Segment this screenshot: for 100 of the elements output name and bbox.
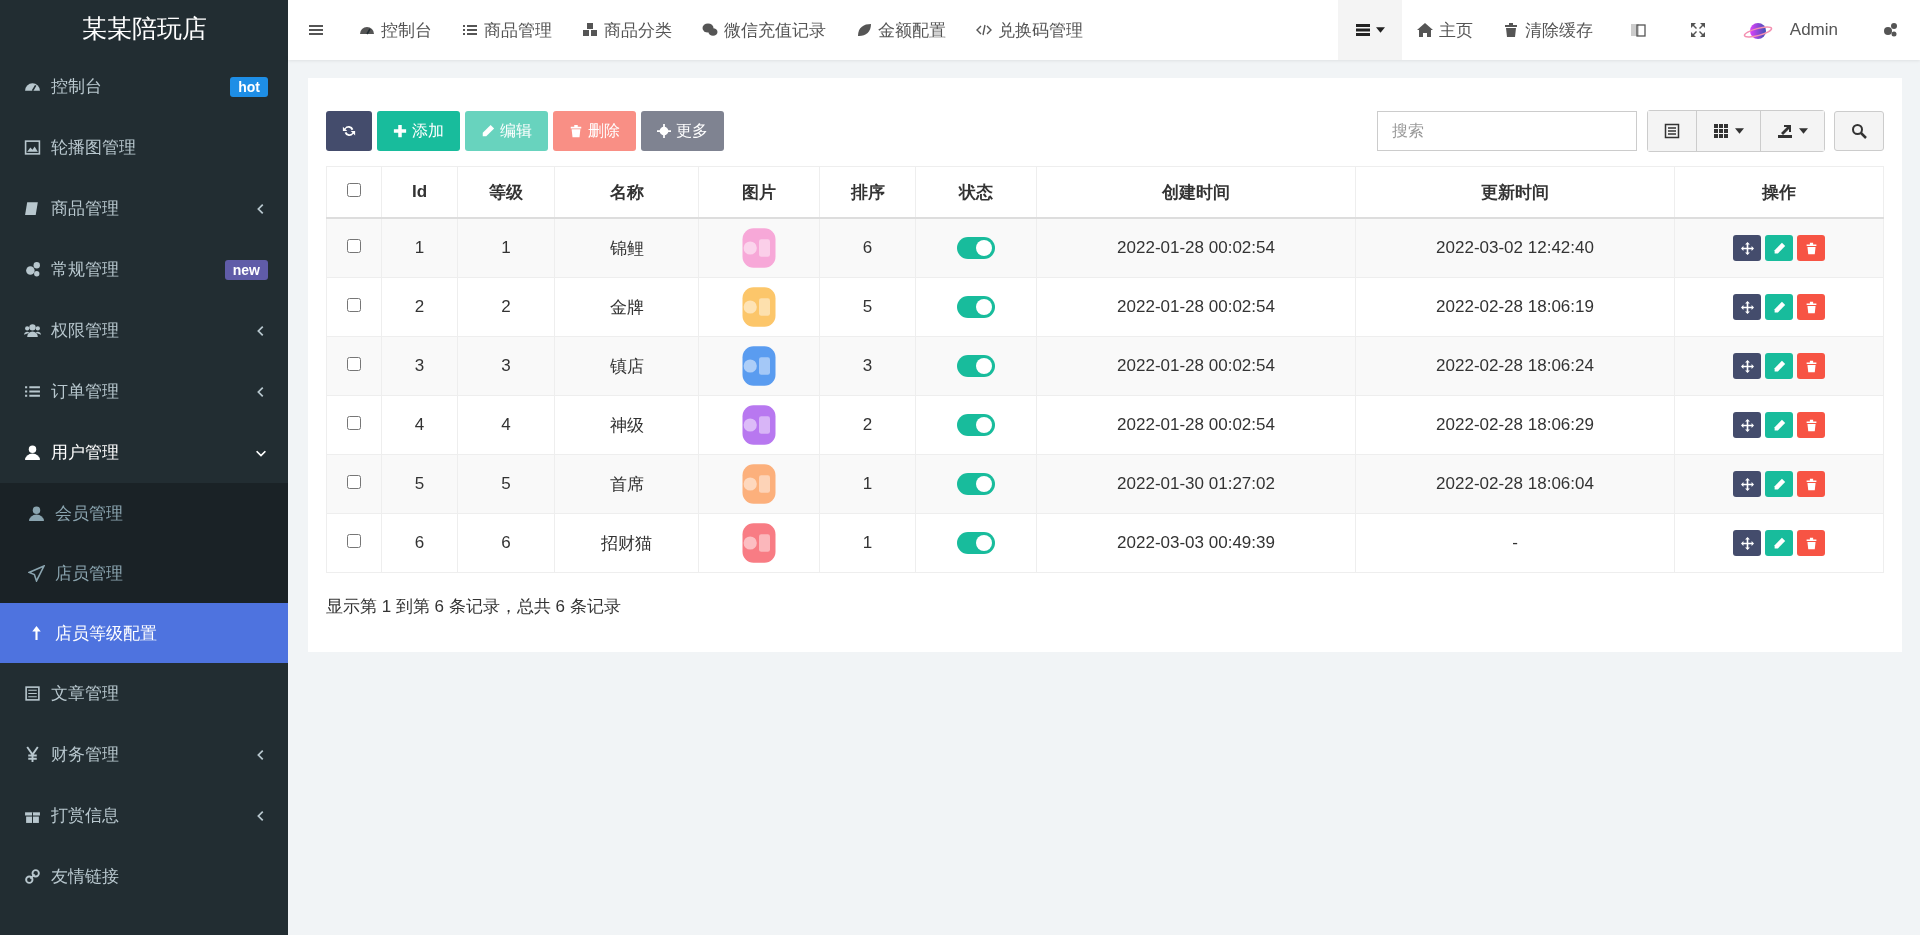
sidebar-item[interactable]: 常规管理 new [0,239,288,300]
code-icon [976,22,992,38]
sidebar-item[interactable]: 轮播图管理 [0,117,288,178]
drag-button[interactable] [1733,530,1761,556]
list-icon [462,22,478,38]
sidebar-subitem[interactable]: 店员管理 [0,543,288,603]
sidebar-item[interactable]: 友情链接 [0,846,288,907]
select-all-checkbox[interactable] [347,183,361,197]
drag-button[interactable] [1733,294,1761,320]
sidebar-item[interactable]: 商品管理 [0,178,288,239]
user-icon [24,444,41,461]
column-header: 操作 [1762,182,1796,202]
home-icon [1416,22,1433,38]
row-checkbox[interactable] [347,475,361,489]
table-cell: 招财猫 [601,533,652,553]
table-cell: - [1512,533,1518,552]
delete-button[interactable] [1797,294,1825,320]
link-icon [24,868,41,885]
drag-button[interactable] [1733,353,1761,379]
column-header: 状态 [959,182,993,202]
status-toggle[interactable] [957,473,995,495]
row-checkbox[interactable] [347,298,361,312]
delete-button[interactable] [1797,530,1825,556]
pencil-icon [1772,477,1786,491]
search-button[interactable] [1834,111,1884,151]
doc-icon [24,685,41,702]
table-cell: 2 [862,415,873,434]
sidebar-item[interactable]: 用户管理 [0,422,288,483]
stack-icon [1354,22,1371,38]
move-icon [1740,477,1754,491]
list-icon [1664,123,1680,139]
column-header: 更新时间 [1481,182,1549,202]
status-toggle[interactable] [957,532,995,554]
leaf-icon [856,22,872,38]
status-toggle[interactable] [957,237,995,259]
trash-icon [1804,536,1818,550]
status-toggle[interactable] [957,355,995,377]
table-cell: 6 [862,238,873,257]
column-header: 名称 [609,182,644,202]
delete-button[interactable] [1797,412,1825,438]
table-cell: 2022-01-30 01:27:02 [1117,474,1275,493]
nav-link[interactable]: 控制台 [344,18,447,42]
pencil-icon [1772,418,1786,432]
clear-cache-link[interactable]: 清除缓存 [1487,18,1608,42]
image-icon [24,139,41,156]
sidebar-item[interactable]: 文章管理 [0,663,288,724]
row-checkbox[interactable] [347,239,361,253]
nav-link[interactable]: 兑换码管理 [961,18,1098,42]
sidebar-item[interactable]: 打赏信息 [0,785,288,846]
sidebar-item[interactable]: 订单管理 [0,361,288,422]
delete-button[interactable] [1797,353,1825,379]
fullscreen-icon[interactable] [1689,22,1706,38]
pagination-summary: 显示第 1 到第 6 条记录，总共 6 条记录 [326,596,622,618]
more-button[interactable]: 更多 [641,111,724,151]
menu-badge: hot [230,76,268,97]
table-cell: 1 [501,238,511,257]
refresh-button[interactable] [326,111,372,151]
table-cell: 2022-02-28 18:06:04 [1436,474,1594,493]
sidebar-item[interactable]: 财务管理 [0,724,288,785]
table-cell: 3 [501,356,511,375]
table-cell: 2022-01-28 00:02:54 [1117,297,1275,316]
trash-icon [1804,241,1818,255]
user-name[interactable]: Admin [1789,20,1838,40]
table-cell: 5 [414,474,425,493]
sidebar-item[interactable]: 权限管理 [0,300,288,361]
sidebar-subitem[interactable]: 店员等级配置 [0,603,288,663]
table-cell: 锦鲤 [609,238,644,258]
sidebar-subitem[interactable]: 会员管理 [0,483,288,543]
row-checkbox[interactable] [347,416,361,430]
toggle-view-button[interactable] [1648,111,1697,151]
status-toggle[interactable] [957,296,995,318]
menu-icon[interactable] [308,22,324,38]
table-cell: 神级 [609,415,644,435]
search-icon [1851,123,1867,139]
pencil-icon [1772,300,1786,314]
delete-button[interactable] [1797,471,1825,497]
export-icon [1777,123,1793,139]
drag-button[interactable] [1733,412,1761,438]
row-checkbox[interactable] [347,357,361,371]
table-cell: 4 [414,415,425,434]
nav-link[interactable]: 商品分类 [567,18,687,42]
row-checkbox[interactable] [347,534,361,548]
nav-link[interactable]: 金额配置 [841,18,961,42]
table-cell: 6 [414,533,425,552]
home-link[interactable]: 主页 [1401,18,1488,42]
cubes-icon [582,22,598,38]
column-header: 创建时间 [1162,182,1230,202]
sidebar-item[interactable]: 控制台 hot [0,56,288,117]
delete-button[interactable] [1797,235,1825,261]
drag-button[interactable] [1733,235,1761,261]
search-field[interactable]: 搜索 [1377,111,1637,151]
menu-dropdown-button[interactable] [1337,0,1402,60]
table-cell: 3 [862,356,873,375]
pencil-icon [1772,359,1786,373]
status-toggle[interactable] [957,414,995,436]
nav-link[interactable]: 商品管理 [447,18,567,42]
caret-icon [1375,27,1385,33]
drag-button[interactable] [1733,471,1761,497]
trash-icon [1804,359,1818,373]
nav-link[interactable]: 微信充值记录 [687,18,841,42]
